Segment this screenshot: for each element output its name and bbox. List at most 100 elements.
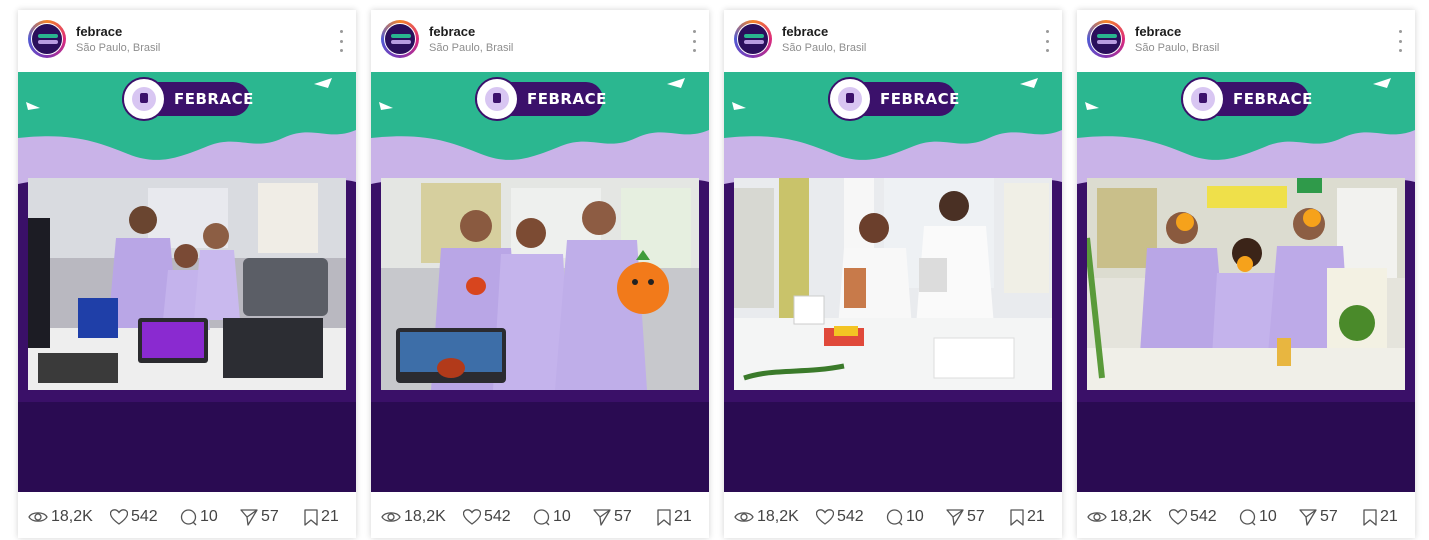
posts-grid: febrace São Paulo, Brasil FEBRACE 18,2K … (0, 0, 1429, 540)
shares-stat[interactable]: 57 (1299, 507, 1338, 527)
three-students-with-plush-orange-photo (381, 178, 699, 390)
shares-stat[interactable]: 57 (593, 507, 632, 527)
comment-icon[interactable] (180, 508, 197, 526)
likes-count: 542 (131, 508, 158, 525)
avatar[interactable] (1087, 20, 1125, 58)
post-header: febrace São Paulo, Brasil (371, 10, 709, 72)
logo-text: FEBRACE (1233, 90, 1313, 108)
saves-stat[interactable]: 21 (1010, 507, 1045, 527)
post-card[interactable]: febrace São Paulo, Brasil FEBRACE 18,2K … (724, 10, 1062, 538)
views-stat: 18,2K (734, 507, 799, 527)
post-header: febrace São Paulo, Brasil (724, 10, 1062, 72)
shares-count: 57 (967, 508, 985, 525)
bookmark-icon[interactable] (1363, 508, 1377, 526)
saves-count: 21 (321, 508, 339, 525)
comments-stat[interactable]: 10 (533, 507, 571, 527)
send-icon[interactable] (946, 508, 964, 526)
username[interactable]: febrace (429, 24, 475, 39)
likes-count: 542 (484, 508, 511, 525)
heart-icon[interactable] (463, 509, 481, 525)
avatar[interactable] (381, 20, 419, 58)
post-card[interactable]: febrace São Paulo, Brasil FEBRACE 18,2K … (1077, 10, 1415, 538)
comments-count: 10 (553, 508, 571, 525)
eye-icon (28, 512, 48, 522)
post-stats-bar: 18,2K 542 10 57 21 (371, 492, 709, 538)
post-header: febrace São Paulo, Brasil (1077, 10, 1415, 72)
more-vertical-icon[interactable] (338, 30, 344, 52)
avatar[interactable] (734, 20, 772, 58)
post-image[interactable]: FEBRACE (371, 72, 709, 492)
likes-count: 542 (1190, 508, 1217, 525)
more-vertical-icon[interactable] (691, 30, 697, 52)
comments-stat[interactable]: 10 (1239, 507, 1277, 527)
post-image[interactable]: FEBRACE (18, 72, 356, 492)
heart-icon[interactable] (1169, 509, 1187, 525)
comment-icon[interactable] (886, 508, 903, 526)
eye-icon (381, 512, 401, 522)
location[interactable]: São Paulo, Brasil (1135, 42, 1219, 54)
post-card[interactable]: febrace São Paulo, Brasil FEBRACE 18,2K … (371, 10, 709, 538)
views-count: 18,2K (757, 508, 799, 525)
post-stats-bar: 18,2K 542 10 57 21 (724, 492, 1062, 538)
send-icon[interactable] (240, 508, 258, 526)
saves-count: 21 (674, 508, 692, 525)
more-vertical-icon[interactable] (1397, 30, 1403, 52)
more-vertical-icon[interactable] (1044, 30, 1050, 52)
avatar[interactable] (28, 20, 66, 58)
post-image[interactable]: FEBRACE (724, 72, 1062, 492)
views-count: 18,2K (404, 508, 446, 525)
location[interactable]: São Paulo, Brasil (782, 42, 866, 54)
three-students-with-orange-slices-photo (1087, 178, 1405, 390)
shares-count: 57 (1320, 508, 1338, 525)
send-icon[interactable] (593, 508, 611, 526)
saves-stat[interactable]: 21 (304, 507, 339, 527)
saves-count: 21 (1380, 508, 1398, 525)
comment-icon[interactable] (1239, 508, 1256, 526)
bookmark-icon[interactable] (304, 508, 318, 526)
shares-count: 57 (261, 508, 279, 525)
username[interactable]: febrace (1135, 24, 1181, 39)
likes-count: 542 (837, 508, 864, 525)
febrace-logo: FEBRACE (475, 77, 606, 121)
logo-text: FEBRACE (880, 90, 960, 108)
shares-stat[interactable]: 57 (240, 507, 279, 527)
likes-stat[interactable]: 542 (463, 507, 511, 527)
post-card[interactable]: febrace São Paulo, Brasil FEBRACE 18,2K … (18, 10, 356, 538)
heart-icon[interactable] (816, 509, 834, 525)
views-stat: 18,2K (28, 507, 93, 527)
bookmark-icon[interactable] (1010, 508, 1024, 526)
location[interactable]: São Paulo, Brasil (76, 42, 160, 54)
eye-icon (1087, 512, 1107, 522)
post-stats-bar: 18,2K 542 10 57 21 (1077, 492, 1415, 538)
saves-count: 21 (1027, 508, 1045, 525)
comments-stat[interactable]: 10 (180, 507, 218, 527)
username[interactable]: febrace (782, 24, 828, 39)
likes-stat[interactable]: 542 (1169, 507, 1217, 527)
saves-stat[interactable]: 21 (657, 507, 692, 527)
logo-text: FEBRACE (527, 90, 607, 108)
bookmark-icon[interactable] (657, 508, 671, 526)
comments-count: 10 (906, 508, 924, 525)
username[interactable]: febrace (76, 24, 122, 39)
views-count: 18,2K (51, 508, 93, 525)
heart-icon[interactable] (110, 509, 128, 525)
location[interactable]: São Paulo, Brasil (429, 42, 513, 54)
views-count: 18,2K (1110, 508, 1152, 525)
post-image[interactable]: FEBRACE (1077, 72, 1415, 492)
eye-icon (734, 512, 754, 522)
post-header: febrace São Paulo, Brasil (18, 10, 356, 72)
comments-count: 10 (200, 508, 218, 525)
two-students-in-lab-coats-photo (734, 178, 1052, 390)
likes-stat[interactable]: 542 (110, 507, 158, 527)
comments-stat[interactable]: 10 (886, 507, 924, 527)
shares-stat[interactable]: 57 (946, 507, 985, 527)
students-with-laptop-and-case-photo (28, 178, 346, 390)
views-stat: 18,2K (381, 507, 446, 527)
saves-stat[interactable]: 21 (1363, 507, 1398, 527)
send-icon[interactable] (1299, 508, 1317, 526)
comments-count: 10 (1259, 508, 1277, 525)
logo-text: FEBRACE (174, 90, 254, 108)
likes-stat[interactable]: 542 (816, 507, 864, 527)
comment-icon[interactable] (533, 508, 550, 526)
febrace-logo: FEBRACE (122, 77, 253, 121)
